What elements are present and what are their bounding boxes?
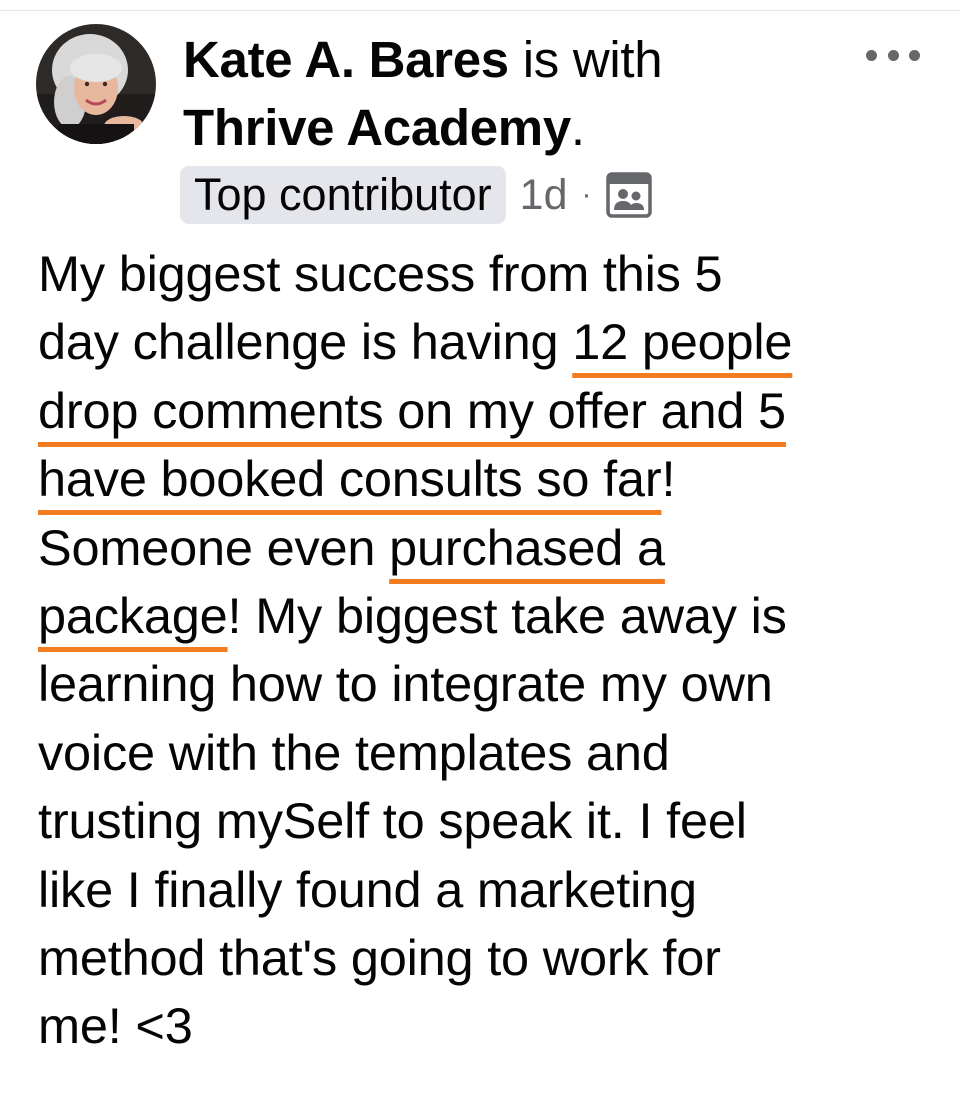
post-text-segment: ! My biggest take away is [227, 587, 787, 645]
post-text-segment: trusting mySelf to speak it. I feel [38, 792, 747, 850]
post-text-line: My biggest success from this 5 [38, 240, 938, 308]
highlighted-text: have booked consults so far [38, 450, 662, 508]
post-text-segment: voice with the templates and [38, 723, 670, 781]
avatar-photo-icon [36, 24, 156, 144]
author-name-link[interactable]: Kate A. Bares [183, 31, 509, 88]
post-text-segment: My biggest success from this 5 [38, 245, 723, 302]
post-text-line: like I finally found a marketing [38, 856, 938, 924]
post-timestamp[interactable]: 1d [520, 171, 568, 220]
post-text-line: trusting mySelf to speak it. I feel [38, 787, 938, 855]
post-text-segment: learning how to integrate my own [38, 655, 773, 713]
group-audience-icon[interactable] [605, 172, 652, 218]
post-text-line: me! <3 [38, 992, 938, 1060]
post-text-line: voice with the templates and [38, 719, 938, 787]
post-text-segment: day challenge is having [38, 313, 573, 371]
post-text-segment: ! [661, 450, 676, 508]
with-text: is with [508, 31, 663, 88]
post-text-line: day challenge is having 12 people [38, 308, 938, 376]
post-text-segment: me! <3 [38, 997, 193, 1055]
post-text-line: have booked consults so far! [38, 445, 938, 513]
post-text-segment: like I finally found a marketing [38, 860, 697, 918]
top-divider [0, 10, 960, 11]
post-text-line: package! My biggest take away is [38, 582, 938, 650]
meta-separator: · [581, 178, 592, 211]
highlighted-text: package [38, 587, 228, 645]
group-name-link[interactable]: Thrive Academy [183, 99, 571, 156]
post-meta: Top contributor 1d · [180, 166, 652, 224]
post-text-line: Someone even purchased a [38, 514, 938, 582]
post-text-line: learning how to integrate my own [38, 650, 938, 718]
group-icon [605, 172, 652, 218]
post-header-line-2: Thrive Academy. [183, 98, 585, 158]
highlighted-text: 12 people [572, 313, 793, 371]
highlighted-text: drop comments on my offer and 5 [38, 381, 786, 439]
more-dot [887, 49, 899, 61]
top-contributor-badge[interactable]: Top contributor [180, 166, 506, 224]
more-options-button[interactable] [866, 38, 920, 72]
group-suffix: . [570, 99, 585, 156]
more-dot [866, 49, 877, 61]
more-dot [909, 49, 920, 61]
highlighted-text: purchased a [389, 518, 665, 576]
post-text-line: method that's going to work for [38, 924, 938, 992]
post-header-line-1: Kate A. Bares is with [183, 30, 663, 90]
post-body: My biggest success from this 5 day challe… [38, 240, 938, 1061]
post-text-line: drop comments on my offer and 5 [38, 377, 938, 445]
author-avatar[interactable] [36, 24, 156, 144]
post-text-segment: method that's going to work for [38, 929, 721, 987]
post-text-segment: Someone even [38, 518, 390, 576]
